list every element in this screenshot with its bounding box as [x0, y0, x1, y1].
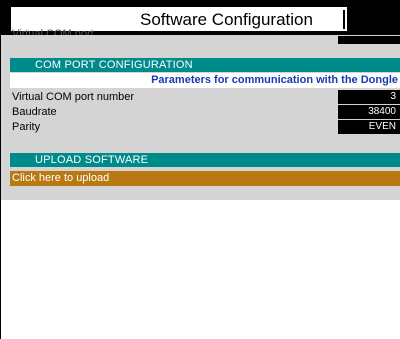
baudrate-value[interactable]: 38400	[338, 105, 400, 119]
com-port-subtitle-bar: Parameters for communication with the Do…	[10, 73, 400, 88]
title-separator	[343, 10, 345, 29]
upload-section-header: UPLOAD SOFTWARE	[10, 153, 400, 167]
parity-value[interactable]: EVEN	[338, 120, 400, 134]
clipped-field-label: Virtual COM port	[12, 28, 94, 35]
parity-label: Parity	[12, 121, 41, 133]
window-title: Software Configuration	[140, 10, 313, 29]
virtual-com-port-value[interactable]: 3	[338, 90, 400, 104]
com-port-subtitle: Parameters for communication with the Do…	[151, 74, 398, 86]
clipped-field-value	[338, 36, 400, 44]
com-port-section-header: COM PORT CONFIGURATION	[10, 58, 400, 72]
upload-button[interactable]: Click here to upload	[10, 171, 400, 186]
com-port-section-title: COM PORT CONFIGURATION	[35, 59, 193, 71]
baudrate-label: Baudrate	[12, 106, 57, 118]
virtual-com-port-label: Virtual COM port number	[12, 91, 135, 103]
upload-section-title: UPLOAD SOFTWARE	[35, 154, 149, 166]
